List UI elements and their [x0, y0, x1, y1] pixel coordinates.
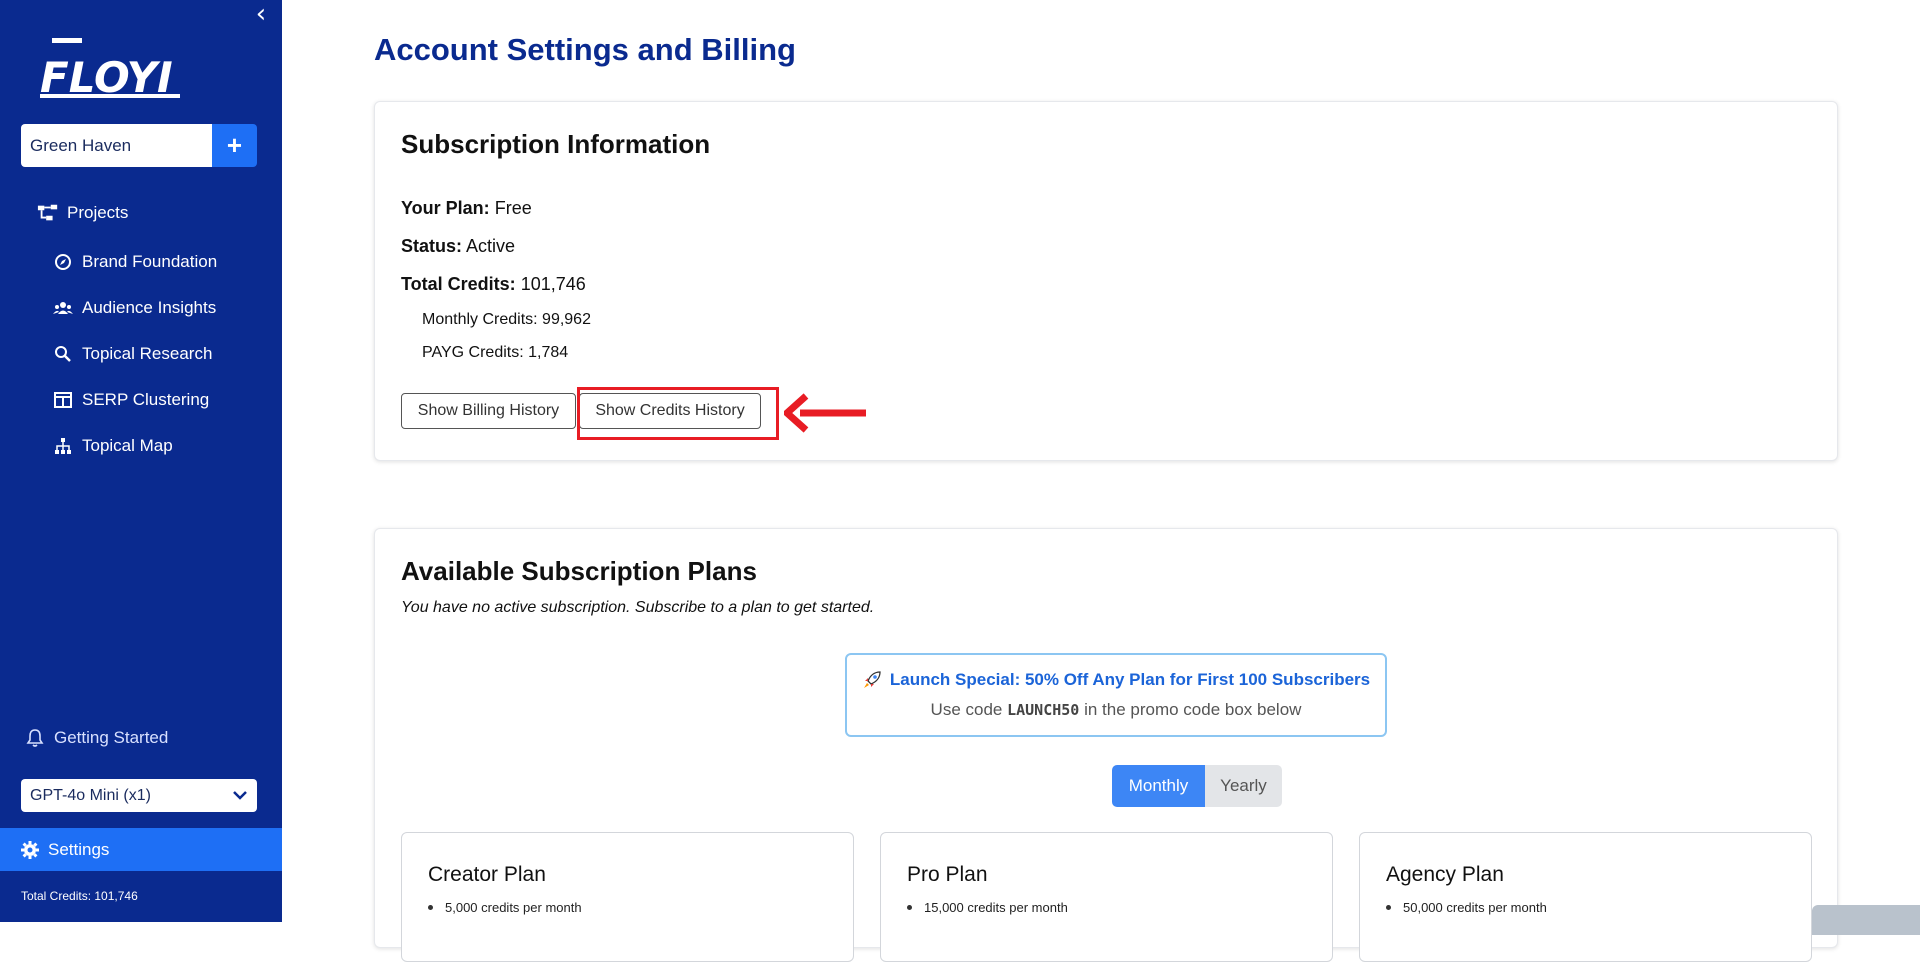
payg-credits: PAYG Credits: 1,784: [422, 344, 569, 361]
monthly-toggle[interactable]: Monthly: [1112, 765, 1205, 807]
plan-feature: 15,000 credits per month: [907, 900, 1068, 915]
logo: FLOYI: [38, 34, 188, 102]
sitemap-icon: [52, 435, 74, 457]
plan-name: Pro Plan: [907, 863, 988, 886]
promo-text: Use code LAUNCH50 in the promo code box …: [847, 700, 1385, 720]
compass-icon: [52, 251, 74, 273]
sidebar-item-label: Audience Insights: [82, 298, 217, 317]
promo-code: LAUNCH50: [1007, 701, 1080, 719]
add-project-button[interactable]: +: [212, 124, 257, 167]
plan-value: Free: [494, 198, 532, 218]
plan-card-agency[interactable]: Agency Plan 50,000 credits per month: [1359, 832, 1812, 962]
plans-card: Available Subscription Plans You have no…: [374, 528, 1838, 962]
getting-started-label: Getting Started: [54, 728, 169, 747]
plan-feature: 5,000 credits per month: [428, 900, 582, 915]
show-credits-history-button[interactable]: Show Credits History: [579, 393, 761, 429]
sidebar-item-label: Topical Map: [82, 436, 173, 455]
yearly-toggle[interactable]: Yearly: [1205, 765, 1282, 807]
plan-feature-text: 15,000 credits per month: [924, 900, 1068, 915]
promo-title-text: Launch Special: 50% Off Any Plan for Fir…: [889, 670, 1371, 689]
plan-feature-text: 5,000 credits per month: [445, 900, 582, 915]
promo-banner: Launch Special: 50% Off Any Plan for Fir…: [845, 653, 1387, 737]
project-select[interactable]: Green Haven: [21, 124, 212, 167]
plan-label: Your Plan:: [401, 198, 490, 218]
page-title: Account Settings and Billing: [374, 32, 796, 67]
sidebar-item-brand-foundation[interactable]: Brand Foundation: [52, 251, 217, 273]
plan-feature: 50,000 credits per month: [1386, 900, 1547, 915]
collapse-sidebar-icon[interactable]: ‹: [250, 1, 272, 27]
status-label: Status:: [401, 236, 463, 256]
users-icon: [52, 297, 74, 319]
status-value: Active: [466, 236, 516, 256]
rocket-icon: [862, 670, 882, 690]
plan-card-creator[interactable]: Creator Plan 5,000 credits per month: [401, 832, 854, 962]
sidebar-total-credits: Total Credits: 101,746: [21, 889, 138, 903]
sidebar-item-audience-insights[interactable]: Audience Insights: [52, 297, 216, 319]
status-line: Status: Active: [401, 236, 515, 257]
total-credits-line: Total Credits: 101,746: [401, 274, 586, 295]
projects-icon: [37, 202, 59, 224]
plans-subtitle: You have no active subscription. Subscri…: [401, 599, 875, 616]
sidebar-item-label: SERP Clustering: [82, 390, 210, 409]
getting-started-link[interactable]: Getting Started: [26, 728, 168, 748]
sidebar-item-settings[interactable]: Settings: [0, 828, 282, 871]
main-content: Account Settings and Billing Subscriptio…: [282, 0, 1920, 962]
monthly-credits: Monthly Credits: 99,962: [422, 311, 591, 328]
svg-text:FLOYI: FLOYI: [40, 53, 173, 100]
billing-period-toggle: Monthly Yearly: [1112, 765, 1282, 807]
promo-text-before: Use code: [930, 700, 1008, 719]
red-arrow-icon: [784, 393, 866, 433]
sidebar-item-label: Topical Research: [82, 344, 213, 363]
table-icon: [52, 389, 74, 411]
sidebar-item-projects[interactable]: Projects: [37, 202, 128, 224]
plan-name: Agency Plan: [1386, 863, 1504, 886]
sidebar-item-topical-map[interactable]: Topical Map: [52, 435, 173, 457]
model-select-value: GPT-4o Mini (x1): [30, 786, 151, 804]
subscription-title: Subscription Information: [401, 129, 711, 159]
sidebar-item-label: Brand Foundation: [82, 252, 218, 271]
plan-feature-text: 50,000 credits per month: [1403, 900, 1547, 915]
sidebar-item-topical-research[interactable]: Topical Research: [52, 343, 212, 365]
feedback-tab[interactable]: [1812, 905, 1920, 935]
sidebar-item-label: Projects: [67, 203, 129, 222]
project-selector: Green Haven +: [21, 124, 257, 167]
plan-card-pro[interactable]: Pro Plan 15,000 credits per month: [880, 832, 1333, 962]
plan-line: Your Plan: Free: [401, 198, 532, 219]
gear-icon: [20, 840, 40, 860]
promo-title: Launch Special: 50% Off Any Plan for Fir…: [847, 670, 1385, 690]
total-credits-value: 101,746: [520, 274, 586, 294]
bell-icon: [26, 728, 44, 748]
subscription-card: Subscription Information Your Plan: Free…: [374, 101, 1838, 461]
plan-name: Creator Plan: [428, 863, 546, 886]
plans-title: Available Subscription Plans: [401, 556, 757, 586]
promo-text-after: in the promo code box below: [1079, 700, 1302, 719]
model-select[interactable]: GPT-4o Mini (x1): [21, 779, 257, 812]
sidebar-item-serp-clustering[interactable]: SERP Clustering: [52, 389, 209, 411]
settings-label: Settings: [48, 839, 110, 859]
sidebar: ‹ FLOYI Green Haven + Projects Brand Fou…: [0, 0, 282, 922]
chevron-down-icon: [232, 787, 248, 805]
show-billing-history-button[interactable]: Show Billing History: [401, 393, 576, 429]
search-icon: [52, 343, 74, 365]
total-credits-label: Total Credits:: [401, 274, 516, 294]
